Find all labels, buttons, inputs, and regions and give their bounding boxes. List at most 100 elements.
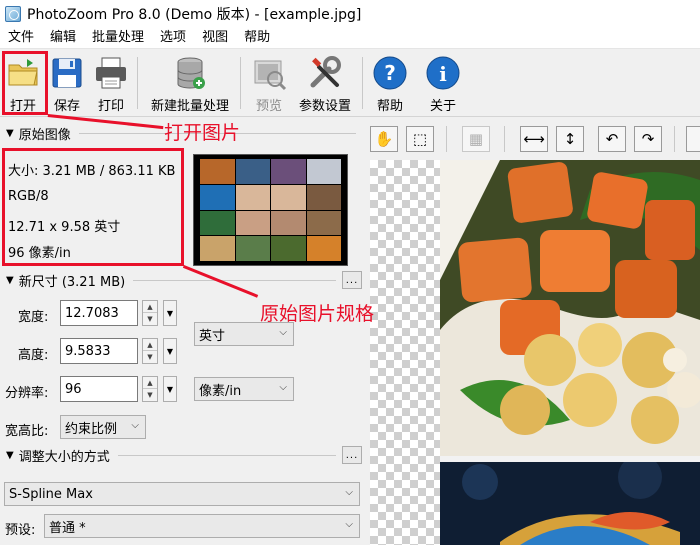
resize-method-header[interactable]: ▼ 调整大小的方式 ... — [0, 444, 362, 466]
new-size-header[interactable]: ▼ 新尺寸 (3.21 MB) ... — [0, 269, 362, 291]
floppy-disk-icon — [49, 55, 85, 91]
original-dimensions: 12.71 x 9.58 英寸 — [8, 220, 121, 235]
tools-icon — [307, 55, 343, 91]
menu-view[interactable]: 视图 — [194, 27, 236, 49]
rotate-left-icon: ↶ — [605, 130, 619, 148]
about-label: 关于 — [429, 99, 456, 114]
size-unit-value: 英寸 — [199, 328, 226, 344]
height-stepper[interactable]: ▲ ▼ — [142, 338, 158, 364]
original-spec-annotation: 原始图片规格 — [260, 303, 375, 325]
marquee-select-icon: ⬚ — [412, 130, 428, 148]
menu-edit[interactable]: 编辑 — [42, 27, 84, 49]
resolution-stepper[interactable]: ▲ ▼ — [142, 376, 158, 402]
help-button[interactable]: ? 帮助 — [371, 53, 409, 114]
aspect-ratio-label: 宽高比: — [5, 424, 49, 439]
parameters-button[interactable]: 参数设置 — [296, 53, 354, 114]
toolbar-separator — [674, 126, 675, 152]
help-label: 帮助 — [376, 99, 403, 114]
stepper-up-icon[interactable]: ▲ — [143, 339, 157, 351]
main-toolbar: 打开 保存 打印 新建批量处理 预览 参数设置 ? 帮助 i 关于 — [0, 49, 700, 117]
chevron-down-icon: ⌵ — [279, 327, 287, 338]
transparent-background — [370, 160, 440, 545]
flip-horizontal-button[interactable]: ⟷ — [520, 126, 548, 152]
rotate-left-button[interactable]: ↶ — [598, 126, 626, 152]
new-batch-button[interactable]: 新建批量处理 — [146, 53, 234, 114]
collapse-triangle-icon: ▼ — [6, 127, 14, 139]
aspect-ratio-select[interactable]: 约束比例 ⌵ — [60, 415, 146, 439]
menu-options[interactable]: 选项 — [152, 27, 194, 49]
menu-help[interactable]: 帮助 — [236, 27, 278, 49]
toolbar-separator — [240, 57, 241, 109]
toolbar-separator — [137, 57, 138, 109]
resize-method-value: S-Spline Max — [9, 486, 93, 502]
original-image-title: 原始图像 — [18, 127, 71, 143]
stepper-down-icon[interactable]: ▼ — [143, 313, 157, 325]
preview-image-original — [440, 160, 700, 456]
width-stepper[interactable]: ▲ ▼ — [142, 300, 158, 326]
new-batch-label: 新建批量处理 — [150, 99, 229, 114]
new-size-more-button[interactable]: ... — [342, 271, 362, 289]
stepper-down-icon[interactable]: ▼ — [143, 351, 157, 363]
window-title: PhotoZoom Pro 8.0 (Demo 版本) - [example.j… — [27, 6, 362, 23]
aspect-ratio-value: 约束比例 — [65, 421, 118, 437]
open-image-annotation: 打开图片 — [164, 122, 241, 144]
svg-text:?: ? — [384, 61, 396, 85]
svg-text:i: i — [439, 62, 447, 86]
chevron-down-icon: ⌵ — [345, 487, 353, 498]
resolution-preset-button[interactable]: ▼ — [163, 376, 177, 402]
database-icon — [172, 55, 208, 91]
preview-image-result — [440, 462, 700, 545]
resolution-unit-select[interactable]: 像素/in ⌵ — [194, 377, 294, 401]
arrow-left-right-icon: ⟷ — [523, 130, 545, 148]
stepper-down-icon[interactable]: ▼ — [143, 389, 157, 401]
resize-method-select[interactable]: S-Spline Max ⌵ — [4, 482, 360, 506]
flip-vertical-button[interactable]: ↕ — [556, 126, 584, 152]
height-input[interactable]: 9.5833 — [60, 338, 138, 364]
width-input[interactable]: 12.7083 — [60, 300, 138, 326]
menu-batch[interactable]: 批量处理 — [84, 27, 152, 49]
original-size: 大小: 3.21 MB / 863.11 KB — [8, 164, 176, 179]
header-divider — [133, 279, 336, 281]
stepper-up-icon[interactable]: ▲ — [143, 377, 157, 389]
height-preset-button[interactable]: ▼ — [163, 338, 177, 364]
rotate-right-icon: ↷ — [641, 130, 655, 148]
rotate-right-button[interactable]: ↷ — [634, 126, 662, 152]
hand-icon: ✋ — [374, 130, 394, 148]
original-thumbnail[interactable] — [193, 154, 348, 266]
pan-hand-button[interactable]: ✋ — [370, 126, 398, 152]
title-bar: PhotoZoom Pro 8.0 (Demo 版本) - [example.j… — [0, 0, 700, 27]
preview-icon — [251, 55, 287, 91]
crop-select-button[interactable]: ⬚ — [406, 126, 434, 152]
print-button[interactable]: 打印 — [92, 53, 130, 114]
parameters-label: 参数设置 — [298, 99, 351, 114]
collapse-triangle-icon: ▼ — [6, 274, 14, 286]
stepper-up-icon[interactable]: ▲ — [143, 301, 157, 313]
original-color-mode: RGB/8 — [8, 189, 49, 204]
width-label: 宽度: — [18, 310, 49, 325]
thumbnail-collage — [194, 155, 347, 265]
help-icon: ? — [372, 55, 408, 91]
compare-button[interactable]: ▦ — [462, 126, 490, 152]
preview-button[interactable]: 预览 — [250, 53, 288, 114]
menu-file[interactable]: 文件 — [0, 27, 42, 49]
resolution-input[interactable]: 96 — [60, 376, 138, 402]
save-label: 保存 — [53, 99, 80, 114]
resize-method-title: 调整大小的方式 — [18, 449, 110, 465]
preview-canvas[interactable] — [370, 160, 700, 545]
toolbar-separator — [362, 57, 363, 109]
original-spec-highlight-box: 大小: 3.21 MB / 863.11 KB RGB/8 12.71 x 9.… — [2, 148, 184, 266]
view-mode-button[interactable] — [686, 126, 700, 152]
preset-select[interactable]: 普通 * ⌵ — [44, 514, 360, 538]
resize-method-more-button[interactable]: ... — [342, 446, 362, 464]
chevron-down-icon: ⌵ — [279, 382, 287, 393]
save-button[interactable]: 保存 — [48, 53, 86, 114]
menu-bar: 文件 编辑 批量处理 选项 视图 帮助 — [0, 27, 700, 49]
preset-label: 预设: — [5, 523, 36, 538]
new-size-title: 新尺寸 (3.21 MB) — [18, 274, 126, 290]
chevron-down-icon: ⌵ — [131, 420, 139, 431]
width-preset-button[interactable]: ▼ — [163, 300, 177, 326]
preview-toolbar: ✋ ⬚ ▦ ⟷ ↕ ↶ ↷ — [366, 118, 700, 160]
chevron-down-icon: ⌵ — [345, 519, 353, 530]
toolbar-separator — [446, 126, 447, 152]
about-button[interactable]: i 关于 — [424, 53, 462, 114]
